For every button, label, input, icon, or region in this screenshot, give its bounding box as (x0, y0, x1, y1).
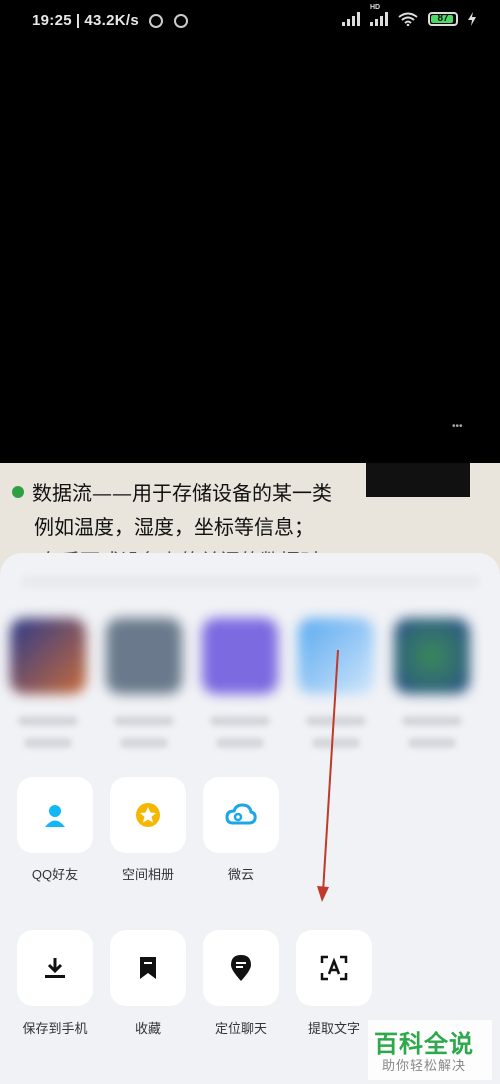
contact-item[interactable] (106, 618, 182, 748)
contact-avatar (10, 618, 86, 694)
alarm-icon (149, 14, 164, 28)
share-qzone-album-button[interactable] (110, 777, 186, 853)
save-to-phone-button[interactable] (17, 930, 93, 1006)
share-weiyun-button[interactable] (203, 777, 279, 853)
favorite-button[interactable] (110, 930, 186, 1006)
contact-avatar (106, 618, 182, 694)
weiyun-cloud-icon (225, 803, 257, 825)
bookmark-icon (140, 957, 156, 979)
hd-badge: HD (370, 4, 381, 11)
share-weiyun-label: 微云 (227, 867, 254, 882)
contact-avatar (394, 618, 470, 694)
qq-friend-icon (45, 805, 65, 827)
status-left: 19:25 | 43.2K/s (32, 12, 188, 29)
charging-icon (468, 12, 476, 26)
battery-icon: 87 (428, 12, 458, 26)
doc-line-2: 例如温度，湿度，坐标等信息； (34, 515, 314, 539)
watermark-logo: 百科全说 助你轻松解决 (368, 1020, 492, 1080)
wifi-icon (398, 12, 418, 26)
contact-avatar (202, 618, 278, 694)
image-thumbnail[interactable] (366, 463, 470, 555)
doc-line-1: 数据流——用于存储设备的某一类 (12, 477, 332, 506)
battery-level: 87 (437, 13, 449, 24)
share-sheet: QQ好友 空间相册 微云 保存到手机 收藏 定位聊天 提取文字 (0, 553, 500, 1084)
status-bar: 19:25 | 43.2K/s HD 87 (0, 0, 500, 44)
status-speed: 43.2K/s (84, 12, 140, 29)
contact-item[interactable] (202, 618, 278, 748)
signal-hd-icon: HD (370, 4, 388, 26)
sheet-header-blurred (20, 575, 480, 589)
do-not-disturb-icon (173, 14, 188, 28)
more-dots-icon[interactable]: ••• (452, 421, 463, 432)
save-to-phone-label: 保存到手机 (22, 1021, 88, 1036)
locate-chat-label: 定位聊天 (214, 1021, 267, 1036)
contact-item[interactable] (10, 618, 86, 748)
share-qq-friend-button[interactable] (17, 777, 93, 853)
thumbnail-content (366, 497, 470, 555)
contact-item[interactable] (298, 618, 374, 748)
bullet-icon (12, 486, 24, 498)
watermark-subtitle: 助你轻松解决 (382, 1058, 467, 1073)
extract-text-icon (320, 955, 348, 981)
share-qzone-album-label: 空间相册 (121, 867, 174, 882)
contact-avatar (298, 618, 374, 694)
locate-chat-icon (231, 955, 251, 981)
signal-icon (342, 12, 360, 26)
locate-chat-button[interactable] (203, 930, 279, 1006)
contact-item[interactable] (394, 618, 470, 748)
share-qq-friend-label: QQ好友 (31, 867, 79, 882)
status-time: 19:25 (32, 12, 72, 29)
extract-text-button[interactable] (296, 930, 372, 1006)
status-right: HD 87 (342, 4, 476, 26)
favorite-label: 收藏 (134, 1021, 161, 1036)
watermark-title: 百科全说 (374, 1031, 474, 1058)
qzone-album-icon (136, 803, 160, 827)
download-icon (45, 958, 65, 978)
